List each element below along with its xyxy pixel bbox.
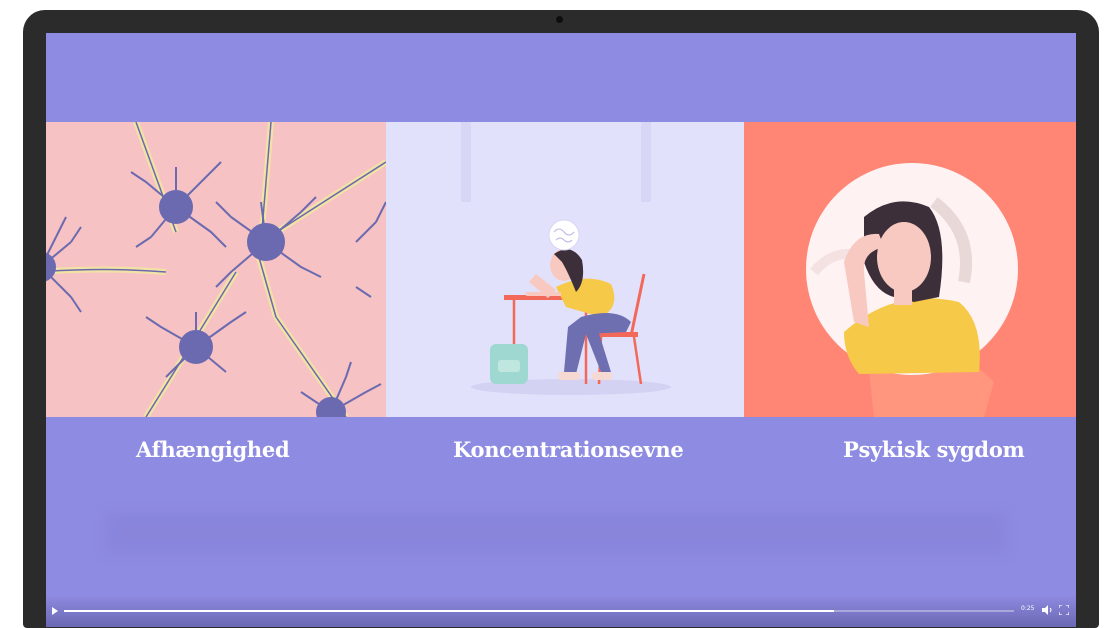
progress-fill	[64, 610, 834, 612]
progress-bar[interactable]	[64, 610, 1014, 612]
webcam	[556, 16, 563, 23]
laptop-frame: Afhængighed Koncentrationsevne Psykisk s…	[23, 10, 1099, 628]
video-screen[interactable]: Afhængighed Koncentrationsevne Psykisk s…	[46, 33, 1076, 627]
concentration-illustration	[386, 122, 744, 417]
time-display: 0:25	[1021, 605, 1035, 612]
mental-illness-illustration	[744, 122, 1076, 417]
card-label-addiction: Afhængighed	[136, 437, 290, 462]
card-label-concentration: Koncentrationsevne	[453, 437, 684, 462]
volume-icon[interactable]	[1041, 605, 1053, 615]
play-icon[interactable]	[52, 607, 58, 615]
fullscreen-icon[interactable]	[1059, 605, 1069, 615]
addiction-illustration	[46, 122, 386, 417]
card-label-mental-illness: Psykisk sygdom	[843, 437, 1025, 462]
student-at-desk-image	[461, 122, 671, 395]
distressed-person-image	[806, 163, 1018, 417]
video-controls: 0:25	[46, 595, 1076, 627]
neuron-network-image	[46, 122, 386, 417]
background-shadow	[106, 513, 1006, 553]
